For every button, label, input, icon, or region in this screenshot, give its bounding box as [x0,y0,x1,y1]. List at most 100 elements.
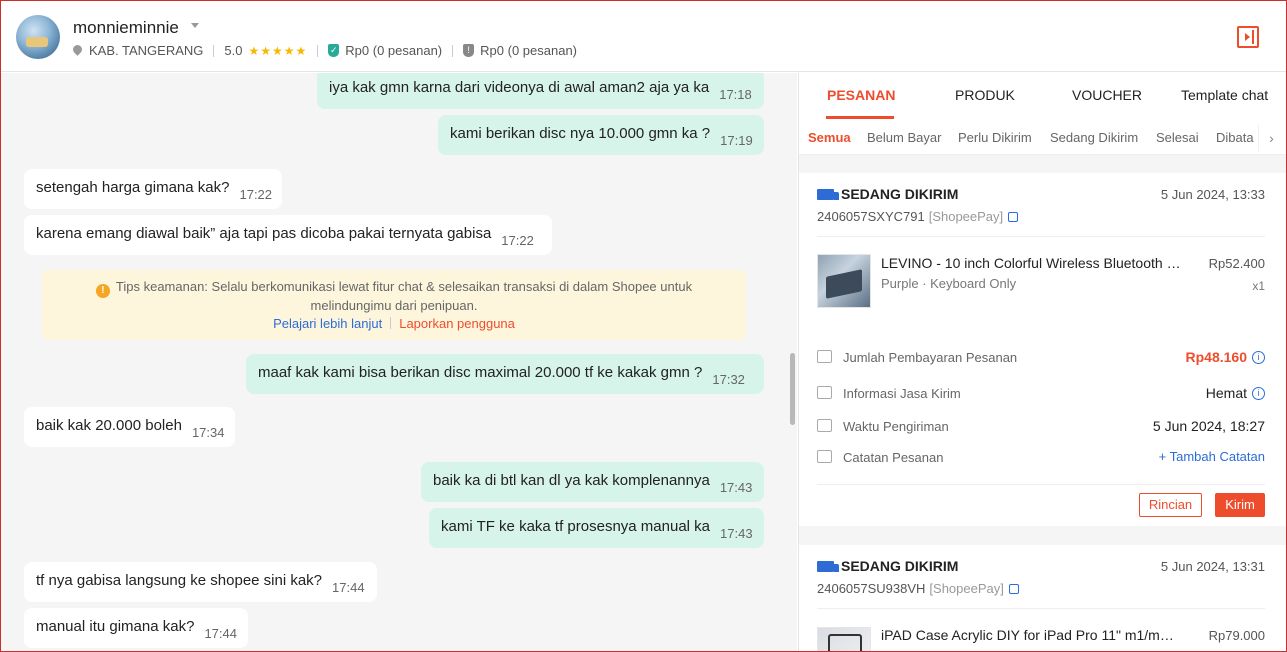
message-outgoing: maaf kak kami bisa berikan disc maximal … [246,354,764,394]
message-text: kami TF ke kaka tf prosesnya manual ka [441,518,711,535]
message-outgoing: iya kak gmn karna dari videonya di awal … [317,73,764,109]
pending-orders-icon: ! [463,44,475,57]
message-outgoing: kami berikan disc nya 10.000 gmn ka ? 17:… [438,115,764,155]
product-thumbnail[interactable] [817,627,871,651]
divider [317,44,319,57]
learn-more-link[interactable]: Pelajari lebih lanjut [273,316,382,331]
product-price: Rp79.000 [1208,628,1265,643]
divider [452,44,454,57]
subtab-completed[interactable]: Selesai [1156,130,1199,145]
order-details-button[interactable]: Rincian [1139,493,1202,517]
subtab-unpaid[interactable]: Belum Bayar [867,130,941,145]
send-order-button[interactable]: Kirim [1215,493,1265,517]
notice-text: ! Tips keamanan: Selalu berkomunikasi lew… [42,279,746,314]
collapse-panel-icon[interactable] [1237,26,1259,48]
product-thumbnail[interactable] [817,254,871,308]
truck-icon [817,560,839,572]
info-icon[interactable]: i [1252,351,1265,364]
payment-total: Rp48.160 [1185,349,1247,365]
message-time: 17:32 [712,372,745,387]
message-time: 17:34 [191,425,225,440]
notice-links: Pelajari lebih lanjut Laporkan pengguna [42,316,746,331]
subtab-to-ship[interactable]: Perlu Dikirim [958,130,1032,145]
message-time: 17:18 [719,87,752,102]
divider [213,44,215,57]
product-variant: Purple · Keyboard Only [881,276,1017,291]
user-avatar[interactable] [16,15,60,59]
message-text: manual itu gimana kak? [36,618,195,635]
chat-message-area[interactable]: iya kak gmn karna dari videonya di awal … [1,73,797,651]
chat-scrollbar[interactable] [790,353,795,425]
warning-icon: ! [95,284,110,298]
product-quantity: x1 [1252,279,1265,293]
add-note-link[interactable]: + Tambah Catatan [1159,449,1265,464]
chevron-right-icon[interactable]: › [1258,125,1284,151]
message-time: 17:44 [204,626,237,641]
message-text: maaf kak kami bisa berikan disc maximal … [258,364,703,381]
user-location: KAB. TANGERANG [89,43,204,58]
payment-method: [ShopeePay] [929,581,1004,596]
rating-stars-icon: ★★★★★ [248,43,308,58]
divider [817,484,1265,485]
message-incoming: karena emang diawal baik” aja tapi pas d… [24,215,552,255]
tab-products[interactable]: PRODUK [955,87,1015,103]
shipping-time-row: Waktu Pengiriman 5 Jun 2024, 18:27 [817,416,1265,438]
delivery-time-icon [817,419,832,432]
message-time: 17:22 [501,233,534,248]
order-panel: PESANAN PRODUK VOUCHER Template chat Sem… [798,73,1286,651]
order-card: SEDANG DIKIRIM 5 Jun 2024, 13:31 2406057… [799,545,1286,651]
order-note-row: Catatan Pesanan + Tambah Catatan [817,447,1265,469]
message-text: karena emang diawal baik” aja tapi pas d… [36,225,492,242]
user-meta: KAB. TANGERANG 5.0 ★★★★★ ✓ Rp0 (0 pesana… [73,43,577,58]
note-icon [817,450,832,463]
external-link-icon[interactable] [1008,584,1019,594]
divider [817,236,1265,237]
shipping-method: Hemat [1205,385,1247,401]
subtab-cancelled[interactable]: Dibata [1216,130,1254,145]
shipping-time: 5 Jun 2024, 18:27 [1152,418,1265,434]
message-incoming: tf nya gabisa langsung ke shopee sini ka… [24,562,377,602]
report-user-link[interactable]: Laporkan pengguna [399,316,515,331]
message-text: setengah harga gimana kak? [36,179,230,196]
order-id: 2406057SU938VH [ShopeePay] [817,581,1019,596]
chevron-down-icon[interactable] [191,23,199,28]
message-outgoing: kami TF ke kaka tf prosesnya manual ka 17… [429,508,764,548]
message-text: tf nya gabisa langsung ke shopee sini ka… [36,572,323,589]
product-price: Rp52.400 [1208,256,1265,271]
tab-chat-templates[interactable]: Template chat [1181,87,1268,103]
subtab-shipping[interactable]: Sedang Dikirim [1050,130,1138,145]
message-text: baik ka di btl kan dl ya kak komplenanny… [433,472,710,489]
location-pin-icon [73,45,82,57]
order-date: 5 Jun 2024, 13:31 [1160,559,1265,574]
message-outgoing: baik ka di btl kan dl ya kak komplenanny… [421,462,764,502]
payment-method: [ShopeePay] [928,209,1004,224]
order-status-filter: Semua Belum Bayar Perlu Dikirim Sedang D… [799,119,1286,155]
username[interactable]: monnieminnie [73,18,179,38]
message-text: kami berikan disc nya 10.000 gmn ka ? [450,125,711,142]
divider [390,317,392,329]
message-text: baik kak 20.000 boleh [36,417,182,434]
message-incoming: manual itu gimana kak? 17:44 [24,608,248,648]
external-link-icon[interactable] [1008,212,1019,222]
user-rating: 5.0 [224,43,243,58]
message-incoming: setengah harga gimana kak? 17:22 [24,169,282,209]
message-text: iya kak gmn karna dari videonya di awal … [329,79,710,96]
order-date: 5 Jun 2024, 13:33 [1160,187,1265,202]
product-name[interactable]: LEVINO - 10 inch Colorful Wireless Bluet… [881,255,1181,271]
subtab-all[interactable]: Semua [808,130,851,145]
product-name[interactable]: iPAD Case Acrylic DIY for iPad Pro 11" m… [881,627,1181,643]
message-time: 17:43 [719,480,753,495]
message-incoming: baik kak 20.000 boleh 17:34 [24,407,235,447]
message-time: 17:44 [332,580,365,595]
pending-amount: Rp0 [480,43,504,58]
app-frame: monnieminnie KAB. TANGERANG 5.0 ★★★★★ ✓ … [0,0,1287,652]
tab-vouchers[interactable]: VOUCHER [1072,87,1142,103]
message-time: 17:22 [239,187,273,202]
chat-header: monnieminnie KAB. TANGERANG 5.0 ★★★★★ ✓ … [1,1,1286,72]
tab-orders[interactable]: PESANAN [827,87,895,103]
shipping-info-row: Informasi Jasa Kirim Hemat i [817,383,1265,405]
security-tip-notice: ! Tips keamanan: Selalu berkomunikasi lew… [42,270,746,340]
truck-icon [817,188,839,200]
info-icon[interactable]: i [1252,387,1265,400]
divider [817,608,1265,609]
